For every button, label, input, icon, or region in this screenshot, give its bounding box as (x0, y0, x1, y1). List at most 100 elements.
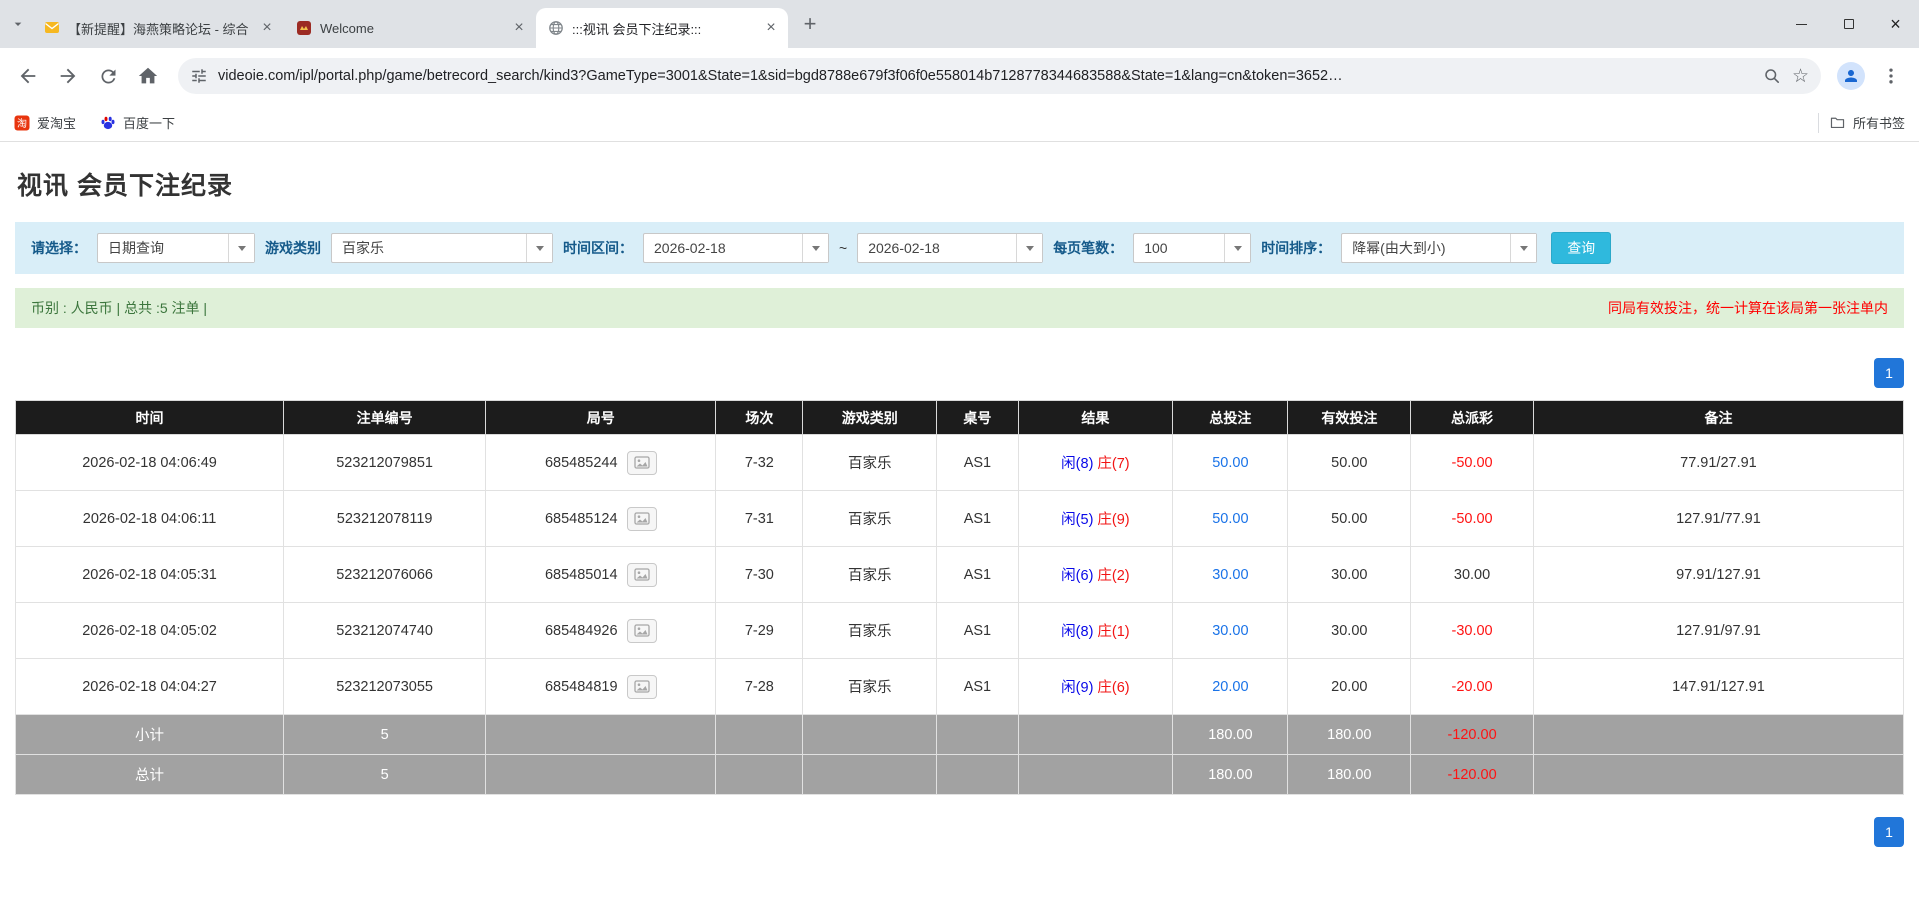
round-detail-button[interactable] (627, 507, 657, 531)
tab-close-icon[interactable]: × (762, 19, 780, 37)
dropdown-arrow-icon[interactable] (1224, 234, 1250, 262)
all-bookmarks-button[interactable]: 所有书签 (1829, 113, 1905, 132)
cell-round-id: 685484819 (486, 659, 716, 715)
result-player: 闲(6) (1061, 568, 1093, 584)
table-row: 2026-02-18 04:05:02 523212074740 6854849… (16, 603, 1904, 659)
total-bet-link[interactable]: 20.00 (1212, 679, 1248, 695)
new-tab-button[interactable]: + (796, 10, 824, 38)
round-detail-button[interactable] (627, 675, 657, 699)
close-button[interactable]: × (1872, 0, 1919, 48)
cell-empty (1018, 715, 1173, 755)
minimize-icon (1796, 24, 1807, 25)
cell-result: 闲(8)庄(7) (1018, 435, 1173, 491)
zoom-icon[interactable] (1763, 67, 1782, 86)
cell-round-id: 685484926 (486, 603, 716, 659)
cell-total-bet: 50.00 (1173, 491, 1288, 547)
tab-forum[interactable]: 【新提醒】海燕策略论坛 - 综合 × (32, 8, 284, 48)
date-to-select[interactable]: 2026-02-18 (857, 233, 1043, 263)
dropdown-arrow-icon[interactable] (228, 234, 254, 262)
cell-remark: 77.91/27.91 (1533, 435, 1903, 491)
result-player: 闲(8) (1061, 624, 1093, 640)
home-icon (137, 65, 159, 87)
query-type-select[interactable]: 日期查询 (97, 233, 255, 263)
sort-value: 降幂(由大到小) (1342, 234, 1510, 262)
bookmark-baidu[interactable]: 百度一下 (100, 113, 175, 132)
svg-text:淘: 淘 (17, 117, 27, 130)
tab-close-icon[interactable]: × (510, 19, 528, 37)
game-type-select[interactable]: 百家乐 (331, 233, 553, 263)
person-icon (1842, 67, 1860, 85)
page-1-button[interactable]: 1 (1874, 817, 1904, 847)
result-banker: 庄(1) (1097, 624, 1129, 640)
forward-button[interactable] (50, 58, 86, 94)
cell-valid-bet: 20.00 (1288, 659, 1411, 715)
round-detail-button[interactable] (627, 619, 657, 643)
reload-button[interactable] (90, 58, 126, 94)
profile-avatar[interactable] (1837, 62, 1865, 90)
cell-game: 百家乐 (803, 659, 937, 715)
dropdown-arrow-icon[interactable] (526, 234, 552, 262)
cell-payout: 30.00 (1411, 547, 1534, 603)
date-from-select[interactable]: 2026-02-18 (643, 233, 829, 263)
cell-empty (716, 755, 803, 795)
tab-welcome[interactable]: Welcome × (284, 8, 536, 48)
page-1-button[interactable]: 1 (1874, 358, 1904, 388)
header-result: 结果 (1018, 401, 1173, 435)
url-text: videoie.com/ipl/portal.php/game/betrecor… (218, 68, 1753, 84)
result-player: 闲(8) (1061, 456, 1093, 472)
cell-payout: -50.00 (1411, 435, 1534, 491)
total-bet-link[interactable]: 50.00 (1212, 511, 1248, 527)
three-dots-icon (1881, 66, 1901, 86)
maximize-button[interactable] (1825, 0, 1872, 48)
dropdown-arrow-icon[interactable] (802, 234, 828, 262)
address-bar[interactable]: videoie.com/ipl/portal.php/game/betrecor… (178, 58, 1821, 94)
bookmark-aitaobao[interactable]: 淘 爱淘宝 (14, 113, 76, 132)
site-settings-icon[interactable] (190, 67, 208, 85)
per-page-label: 每页笔数： (1053, 238, 1123, 258)
tab-close-icon[interactable]: × (258, 19, 276, 37)
total-bet-link[interactable]: 50.00 (1212, 455, 1248, 471)
total-bet-link[interactable]: 30.00 (1212, 623, 1248, 639)
header-bet-id: 注单编号 (284, 401, 486, 435)
tab-search-button[interactable] (4, 10, 32, 38)
header-table-no: 桌号 (937, 401, 1018, 435)
total-row: 总计 5 180.00 180.00 -120.00 (16, 755, 1904, 795)
bookmark-star-icon[interactable]: ☆ (1792, 65, 1809, 88)
search-button[interactable]: 查询 (1551, 232, 1611, 264)
home-button[interactable] (130, 58, 166, 94)
cell-valid-bet: 30.00 (1288, 603, 1411, 659)
round-detail-button[interactable] (627, 563, 657, 587)
round-detail-icon (634, 456, 650, 469)
bookmark-label: 爱淘宝 (37, 113, 76, 132)
cell-valid-bet: 50.00 (1288, 491, 1411, 547)
cell-time: 2026-02-18 04:05:31 (16, 547, 284, 603)
dropdown-arrow-icon[interactable] (1510, 234, 1536, 262)
cell-empty (716, 715, 803, 755)
dropdown-arrow-icon[interactable] (1016, 234, 1042, 262)
cell-payout: -30.00 (1411, 603, 1534, 659)
menu-button[interactable] (1873, 58, 1909, 94)
cell-empty (486, 715, 716, 755)
table-row: 2026-02-18 04:06:49 523212079851 6854852… (16, 435, 1904, 491)
date-range-tilde: ~ (839, 240, 847, 256)
currency-summary-text: 币别 : 人民币 | 总共 :5 注单 | (31, 298, 207, 318)
taobao-icon: 淘 (14, 115, 30, 131)
page-title: 视讯 会员下注纪录 (17, 166, 1904, 202)
cell-session: 7-29 (716, 603, 803, 659)
warning-text: 同局有效投注，统一计算在该局第一张注单内 (1608, 298, 1888, 318)
cell-session: 7-32 (716, 435, 803, 491)
minimize-button[interactable] (1778, 0, 1825, 48)
cell-game: 百家乐 (803, 547, 937, 603)
cell-round-id: 685485244 (486, 435, 716, 491)
cell-total-bet: 20.00 (1173, 659, 1288, 715)
query-type-value: 日期查询 (98, 234, 228, 262)
round-detail-button[interactable] (627, 451, 657, 475)
tab-bet-records[interactable]: :::视讯 会员下注纪录::: × (536, 8, 788, 48)
sort-select[interactable]: 降幂(由大到小) (1341, 233, 1537, 263)
per-page-select[interactable]: 100 (1133, 233, 1251, 263)
forward-icon (57, 65, 79, 87)
folder-icon (1829, 114, 1846, 131)
result-banker: 庄(7) (1097, 456, 1129, 472)
total-bet-link[interactable]: 30.00 (1212, 567, 1248, 583)
back-button[interactable] (10, 58, 46, 94)
